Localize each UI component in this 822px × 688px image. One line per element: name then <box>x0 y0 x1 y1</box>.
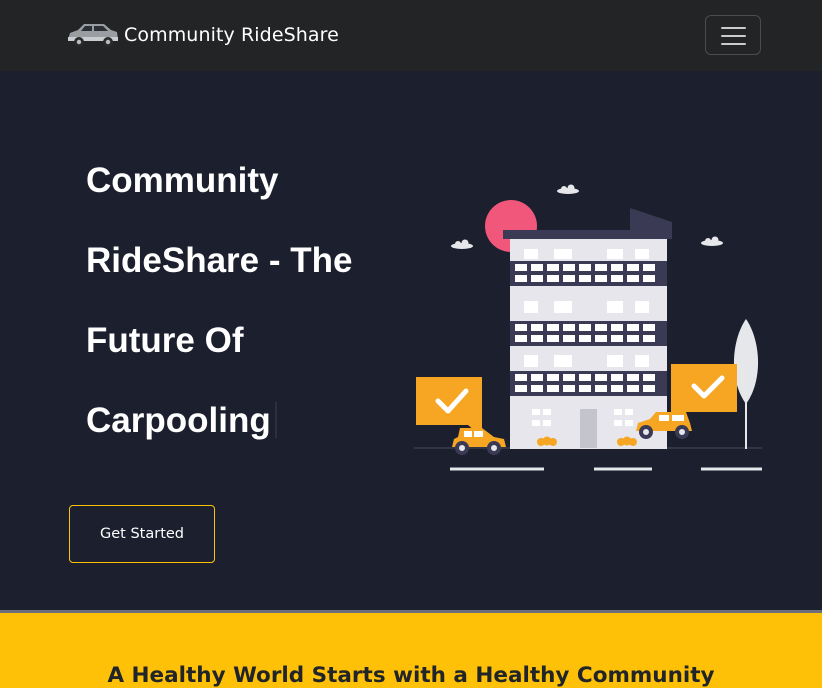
car-icon <box>68 24 118 47</box>
city-carpool-illustration <box>414 184 762 471</box>
car-icon <box>452 428 506 455</box>
section-heading: A Healthy World Starts with a Healthy Co… <box>107 663 715 688</box>
hero-title-line: Future Of <box>86 321 244 360</box>
hero-title-line: RideShare - The <box>86 241 353 280</box>
navbar-toggle-button[interactable] <box>705 15 761 55</box>
hero-title: Community RideShare - The Future Of Carp… <box>86 141 406 461</box>
hero-section: Community RideShare - The Future Of Carp… <box>0 71 822 611</box>
get-started-button[interactable]: Get Started <box>69 505 215 563</box>
navbar: Community RideShare <box>0 0 822 71</box>
typing-caret <box>274 402 277 438</box>
hero-title-line: Community <box>86 161 279 200</box>
hero-title-line: Carpooling <box>86 381 406 461</box>
community-section: A Healthy World Starts with a Healthy Co… <box>0 613 822 688</box>
brand-name: Community RideShare <box>124 24 339 46</box>
brand-link[interactable]: Community RideShare <box>64 17 339 53</box>
